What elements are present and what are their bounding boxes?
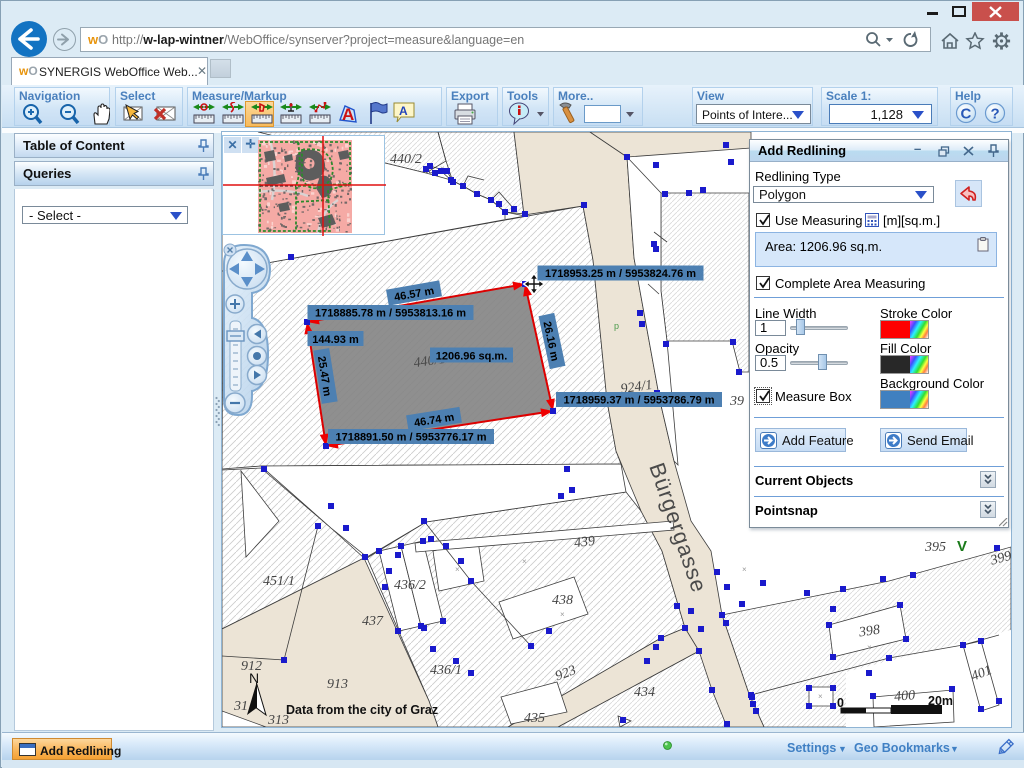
svg-text:436/1: 436/1 — [430, 663, 462, 678]
svg-text:1718953.25 m / 5953824.76 m: 1718953.25 m / 5953824.76 m — [545, 268, 696, 280]
svg-text:437: 437 — [362, 614, 384, 629]
svg-text:A: A — [342, 105, 354, 124]
svg-text:434: 434 — [634, 685, 655, 700]
svg-text:×: × — [455, 565, 460, 574]
svg-text:451/1: 451/1 — [263, 574, 295, 589]
svg-text:×: × — [867, 643, 872, 652]
svg-text:1718891.50 m / 5953776.17 m: 1718891.50 m / 5953776.17 m — [335, 432, 486, 444]
svg-text:439: 439 — [573, 534, 596, 551]
svg-text:31: 31 — [233, 699, 248, 714]
svg-text:436/2: 436/2 — [394, 578, 426, 593]
svg-text:Data from the city of Graz: Data from the city of Graz — [286, 703, 438, 717]
svg-text:438: 438 — [552, 593, 573, 608]
svg-text:1718959.37 m / 5953786.79 m: 1718959.37 m / 5953786.79 m — [563, 395, 714, 407]
svg-text:39: 39 — [729, 394, 744, 409]
svg-text:N: N — [249, 670, 259, 686]
svg-text:×: × — [560, 610, 565, 619]
svg-text:×: × — [522, 557, 527, 566]
svg-text:1718885.78 m / 5953813.16 m: 1718885.78 m / 5953813.16 m — [315, 308, 466, 320]
svg-text:400: 400 — [894, 688, 916, 705]
svg-text:435: 435 — [524, 711, 545, 726]
svg-text:×: × — [818, 692, 823, 701]
svg-text:V: V — [957, 538, 967, 555]
svg-text:1206.96 sq.m.: 1206.96 sq.m. — [436, 351, 508, 363]
svg-text:A: A — [399, 104, 408, 118]
svg-text:395: 395 — [924, 540, 946, 555]
svg-text:C: C — [961, 106, 972, 123]
svg-text:913: 913 — [327, 677, 348, 692]
svg-text:?: ? — [991, 106, 1000, 123]
svg-text:p: p — [614, 321, 619, 331]
svg-text:440/2: 440/2 — [390, 152, 422, 167]
svg-text:398: 398 — [857, 623, 881, 641]
svg-text:144.93 m: 144.93 m — [312, 334, 359, 346]
svg-text:×: × — [742, 565, 747, 574]
